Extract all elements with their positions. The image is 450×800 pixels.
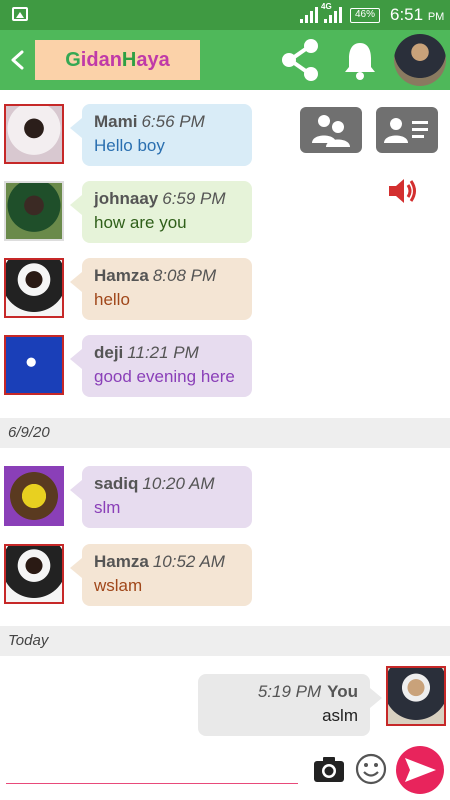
message-meta: Hamza 8:08 PM (94, 266, 240, 286)
message-bubble[interactable]: Hamza 10:52 AM wslam (70, 544, 252, 606)
group-users-button[interactable] (300, 107, 362, 153)
gallery-icon (12, 7, 28, 21)
logo-letter-g: G (65, 48, 81, 71)
message-text: how are you (94, 213, 187, 232)
message-meta: Mami 6:56 PM (94, 112, 240, 132)
contact-card-icon (384, 118, 428, 143)
sender-name: Hamza (94, 552, 149, 571)
message-time: 6:56 PM (141, 112, 205, 131)
message-time: 8:08 PM (152, 266, 217, 285)
message-time: 5:19 PM (257, 682, 322, 701)
back-icon[interactable] (10, 50, 24, 70)
message-input-bar (0, 740, 450, 800)
message-bubble[interactable]: Hamza 8:08 PM hello (70, 258, 252, 320)
date-separator: 6/9/20 (0, 418, 450, 448)
message-meta: sadiq 10:20 AM (94, 474, 240, 494)
message-meta: Hamza 10:52 AM (94, 552, 240, 572)
message-bubble[interactable]: deji 11:21 PM good evening here (70, 335, 252, 397)
avatar[interactable] (4, 335, 64, 395)
sender-name: You (327, 682, 358, 701)
app-logo: Gidan Haya (35, 40, 200, 80)
avatar[interactable] (4, 466, 64, 526)
own-avatar[interactable] (386, 666, 446, 726)
status-bar: 4G 46% 6:51 PM (0, 0, 450, 30)
logo-text-2: aya (136, 48, 170, 71)
message-meta: johnaay 6:59 PM (94, 189, 240, 209)
sender-name: johnaay (94, 189, 159, 208)
battery-indicator: 46% (350, 8, 380, 23)
user-avatar[interactable] (394, 34, 446, 86)
send-button[interactable] (396, 746, 444, 794)
logo-letter-h: H (121, 48, 137, 71)
message-text: wslam (94, 576, 143, 595)
speaker-icon[interactable] (386, 175, 418, 207)
avatar[interactable] (4, 544, 64, 604)
clock-ampm: PM (427, 11, 445, 23)
bell-icon[interactable] (342, 40, 378, 80)
avatar[interactable] (4, 258, 64, 318)
message-bubble[interactable]: johnaay 6:59 PM how are you (70, 181, 252, 243)
send-icon (405, 758, 436, 782)
message-text: good evening here (94, 367, 235, 386)
message-text: Hello boy (94, 136, 165, 155)
clock-time: 6:51 (390, 5, 424, 24)
emoji-icon[interactable] (354, 752, 388, 786)
message-meta: 5:19 PM You (210, 682, 358, 702)
contact-card-button[interactable] (376, 107, 438, 153)
date-separator: Today (0, 626, 450, 656)
message-time: 10:52 AM (152, 552, 225, 571)
cell-signal-icon (324, 7, 342, 23)
sender-name: sadiq (94, 474, 139, 493)
sender-name: deji (94, 343, 124, 362)
message-bubble[interactable]: Mami 6:56 PM Hello boy (70, 104, 252, 166)
message-input[interactable] (6, 754, 298, 784)
message-text: hello (94, 290, 130, 309)
app-top-bar: Gidan Haya (0, 30, 450, 90)
avatar[interactable] (4, 181, 64, 241)
message-time: 10:20 AM (142, 474, 215, 493)
logo-text-1: idan (80, 48, 122, 71)
camera-icon[interactable] (312, 752, 346, 786)
own-message-bubble[interactable]: 5:19 PM You aslm (198, 674, 382, 736)
group-users-icon (312, 115, 350, 147)
message-text: aslm (322, 706, 358, 725)
message-time: 11:21 PM (127, 343, 199, 362)
wifi-signal-icon (300, 7, 318, 23)
share-icon[interactable] (280, 38, 322, 82)
status-clock: 6:51 PM (390, 5, 444, 25)
message-meta: deji 11:21 PM (94, 343, 240, 363)
sender-name: Mami (94, 112, 138, 131)
message-text: slm (94, 498, 121, 517)
message-time: 6:59 PM (162, 189, 226, 208)
sender-name: Hamza (94, 266, 149, 285)
avatar[interactable] (4, 104, 64, 164)
message-bubble[interactable]: sadiq 10:20 AM slm (70, 466, 252, 528)
chat-area[interactable]: Mami 6:56 PM Hello boy johnaay 6:59 PM how… (0, 90, 450, 740)
